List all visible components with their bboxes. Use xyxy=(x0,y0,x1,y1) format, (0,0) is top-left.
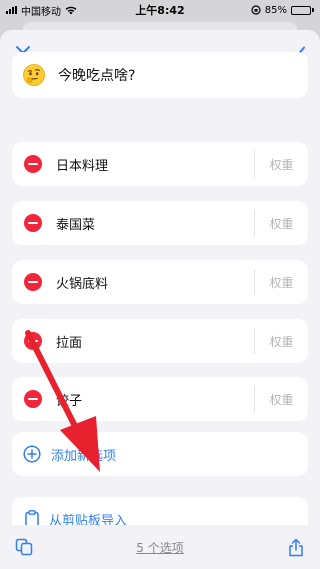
weight-field[interactable]: 权重 xyxy=(254,210,308,236)
carrier-label: 中国移动 xyxy=(21,6,61,18)
bottom-toolbar: 5 个选项 xyxy=(0,525,320,569)
copy-button[interactable] xyxy=(12,535,36,559)
option-label[interactable]: 拉面 xyxy=(56,332,254,351)
option-row: 饺子 权重 xyxy=(12,377,308,421)
copy-icon xyxy=(15,538,33,556)
status-time: 上午8:42 xyxy=(135,4,185,17)
wifi-icon xyxy=(65,6,77,14)
share-icon xyxy=(289,538,303,556)
option-label[interactable]: 饺子 xyxy=(56,390,254,409)
add-option-label: 添加新选项 xyxy=(51,448,117,464)
plus-circle-icon xyxy=(23,445,41,463)
battery-percent: 85% xyxy=(264,4,287,16)
option-label[interactable]: 火锅底料 xyxy=(56,273,254,292)
option-label[interactable]: 泰国菜 xyxy=(56,214,254,233)
status-left: 中国移动 xyxy=(6,3,77,18)
delete-option-button[interactable] xyxy=(24,214,42,232)
add-option-button[interactable]: 添加新选项 xyxy=(12,432,308,476)
question-card[interactable]: 今晚吃点啥? xyxy=(12,52,308,98)
option-row: 拉面 权重 xyxy=(12,319,308,363)
share-button[interactable] xyxy=(284,535,308,559)
weight-field[interactable]: 权重 xyxy=(254,151,308,177)
question-title: 今晚吃点啥? xyxy=(58,68,136,84)
thinking-face-icon xyxy=(23,64,45,86)
battery-icon xyxy=(291,5,314,15)
option-row: 火锅底料 权重 xyxy=(12,260,308,304)
option-row: 日本料理 权重 xyxy=(12,142,308,186)
option-row: 泰国菜 权重 xyxy=(12,201,308,245)
weight-field[interactable]: 权重 xyxy=(254,386,308,412)
orientation-lock-icon xyxy=(251,5,261,15)
delete-option-button[interactable] xyxy=(24,332,42,350)
delete-option-button[interactable] xyxy=(24,390,42,408)
option-count-link[interactable]: 5 个选项 xyxy=(136,539,183,556)
weight-field[interactable]: 权重 xyxy=(254,328,308,354)
status-bar: 中国移动 上午8:42 85% xyxy=(0,0,320,20)
option-label[interactable]: 日本料理 xyxy=(56,155,254,174)
weight-field[interactable]: 权重 xyxy=(254,269,308,295)
cellular-signal-icon xyxy=(6,6,17,14)
status-right: 85% xyxy=(251,5,314,16)
delete-option-button[interactable] xyxy=(24,273,42,291)
delete-option-button[interactable] xyxy=(24,155,42,173)
